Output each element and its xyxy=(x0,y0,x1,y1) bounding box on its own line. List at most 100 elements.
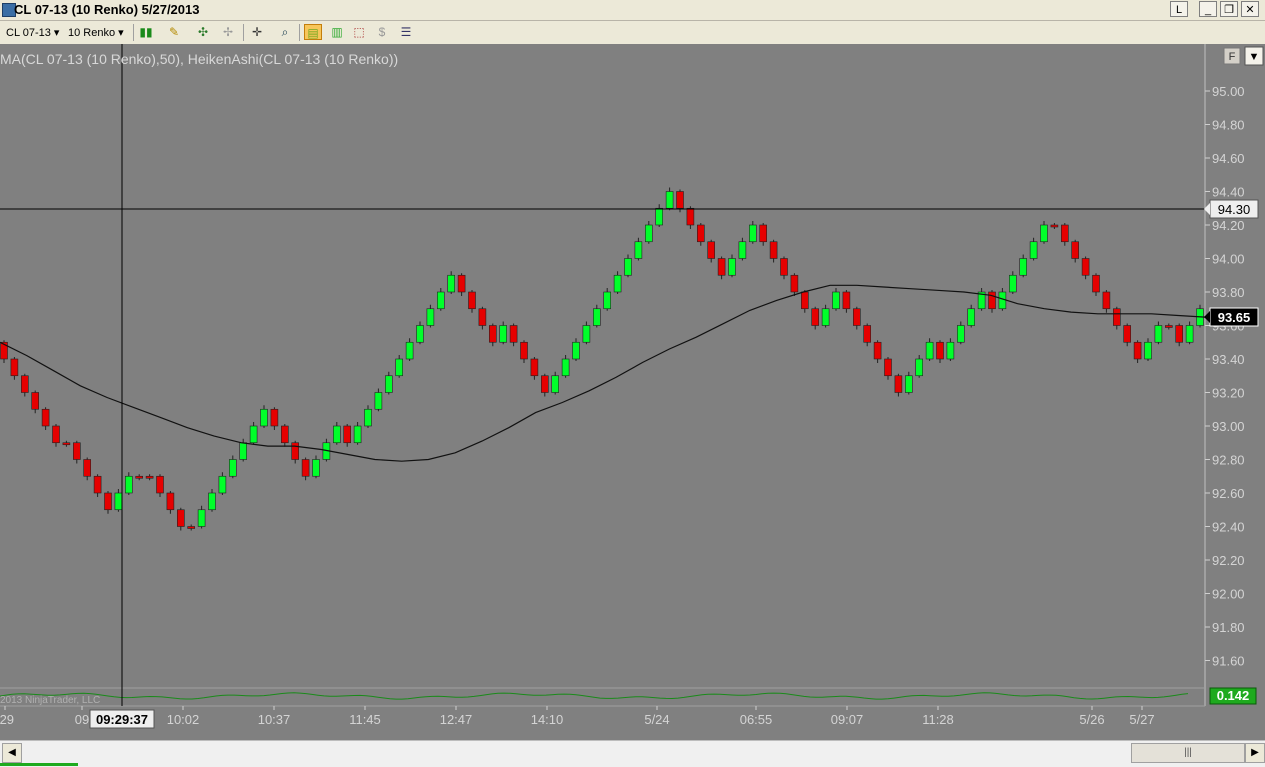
candle-body xyxy=(436,291,445,310)
price-chart[interactable]: 95.0094.8094.6094.4094.2094.0093.8093.60… xyxy=(0,44,1265,740)
horizontal-scrollbar[interactable]: ◀ ||| ▶ xyxy=(0,740,1265,767)
chart-style-icon[interactable]: ▮▮ xyxy=(137,24,155,40)
candle-body xyxy=(1029,241,1038,259)
chart-trader-icon[interactable]: $ xyxy=(373,24,391,40)
crosshair-time-label: 09:29:37 xyxy=(96,712,148,727)
candle-body xyxy=(197,509,206,527)
properties-icon[interactable]: ☰ xyxy=(397,24,415,40)
candle-body xyxy=(499,325,508,343)
candle-body xyxy=(904,375,913,393)
candle-body xyxy=(1144,341,1152,360)
candle-body xyxy=(177,509,185,527)
candle-body xyxy=(260,408,268,427)
link-button[interactable]: L xyxy=(1170,1,1188,17)
candle-body xyxy=(353,425,362,444)
x-tick-label: 12:47 xyxy=(440,712,473,727)
candle-body xyxy=(447,274,456,293)
candle-body xyxy=(1008,274,1017,293)
period-label: 10 Renko xyxy=(68,27,116,39)
y-tick-label: 91.80 xyxy=(1212,620,1245,635)
y-tick-label: 94.20 xyxy=(1212,218,1245,233)
y-tick-label: 92.00 xyxy=(1212,587,1245,602)
candle-body xyxy=(187,526,195,529)
y-tick-label: 94.80 xyxy=(1212,118,1245,133)
candle-body xyxy=(884,358,892,377)
candle-body xyxy=(301,459,310,477)
crosshair-icon[interactable]: ✛ xyxy=(248,24,266,40)
crosshair-price-label: 94.30 xyxy=(1218,202,1251,217)
strategies-icon[interactable]: ⬚ xyxy=(350,24,368,40)
candle-body xyxy=(1092,274,1100,293)
x-tick-label: 5/27 xyxy=(1129,712,1154,727)
chart-area[interactable]: 95.0094.8094.6094.4094.2094.0093.8093.60… xyxy=(0,44,1265,740)
x-tick-label: 5/24 xyxy=(644,712,669,727)
candle-body xyxy=(312,459,320,477)
x-tick-label: 5/26 xyxy=(1079,712,1104,727)
candle-body xyxy=(52,425,60,444)
zoom-icon[interactable]: ⌕ xyxy=(276,24,294,40)
candle-body xyxy=(239,442,247,460)
candle-body xyxy=(915,358,924,377)
x-tick-label: 09 xyxy=(75,712,89,727)
scroll-left-button[interactable]: ◀ xyxy=(2,743,22,763)
candle-body xyxy=(1071,241,1079,259)
candle-body xyxy=(821,308,830,326)
pencil-icon[interactable]: ✎ xyxy=(165,24,183,40)
candle-body xyxy=(800,291,809,310)
y-tick-label: 93.20 xyxy=(1212,386,1245,401)
candle-body xyxy=(852,308,861,326)
indicators-icon[interactable]: ▥ xyxy=(328,24,346,40)
draw-tool-icon[interactable]: ✣ xyxy=(194,24,212,40)
candle-body xyxy=(728,258,736,276)
restore-button[interactable]: ❐ xyxy=(1220,1,1238,17)
instrument-selector[interactable]: CL 07-13 ▾ xyxy=(6,26,59,39)
chevron-down-icon: ▼ xyxy=(1249,51,1260,63)
scroll-thumb[interactable]: ||| xyxy=(1131,743,1245,763)
candle-body xyxy=(332,425,341,444)
candle-body xyxy=(592,308,601,326)
candle-body xyxy=(582,325,591,343)
candle-body xyxy=(894,375,903,393)
candle-body xyxy=(790,274,799,293)
close-button[interactable]: ✕ xyxy=(1241,1,1259,17)
candle-body xyxy=(1050,224,1059,228)
candle-body xyxy=(364,408,372,427)
x-tick-label: 11:28 xyxy=(922,712,954,727)
candle-body xyxy=(759,224,768,243)
candle-body xyxy=(135,475,143,479)
candle-body xyxy=(478,308,487,326)
candle-body xyxy=(249,425,258,444)
candle-body xyxy=(229,459,237,477)
candle-body xyxy=(1123,325,1131,343)
candle-body xyxy=(665,191,674,209)
candle-body xyxy=(707,241,716,259)
copyright-label: 2013 NinjaTrader, LLC xyxy=(0,695,100,706)
candle-body xyxy=(62,442,71,446)
candle-body xyxy=(1019,258,1028,276)
x-tick-label: :29 xyxy=(0,712,14,727)
candle-body xyxy=(717,258,726,276)
data-box-icon[interactable]: ▤ xyxy=(304,24,322,40)
candle-body xyxy=(145,475,154,479)
candle-body xyxy=(125,475,133,494)
candle-body xyxy=(956,325,965,343)
y-tick-label: 92.40 xyxy=(1212,520,1245,535)
candle-body xyxy=(748,224,757,243)
eraser-icon[interactable]: ✢ xyxy=(219,24,237,40)
period-selector[interactable]: 10 Renko ▾ xyxy=(68,26,124,39)
sub-panel-value-label: 0.142 xyxy=(1217,688,1250,703)
candle-body xyxy=(509,325,518,343)
toolbar-divider xyxy=(299,24,300,41)
candle-body xyxy=(634,241,643,259)
current-price-label: 93.65 xyxy=(1218,310,1251,325)
instrument-label: CL 07-13 xyxy=(6,27,51,39)
y-tick-label: 92.60 xyxy=(1212,486,1245,501)
candle-body xyxy=(41,408,50,427)
candle-body xyxy=(1165,325,1173,328)
plot-background xyxy=(0,44,1205,706)
scroll-right-button[interactable]: ▶ xyxy=(1245,743,1265,763)
f-button-label: F xyxy=(1229,51,1236,63)
minimize-button[interactable]: _ xyxy=(1199,1,1217,17)
indicator-label: MA(CL 07-13 (10 Renko),50), HeikenAshi(C… xyxy=(0,51,398,67)
candle-body xyxy=(561,358,570,377)
